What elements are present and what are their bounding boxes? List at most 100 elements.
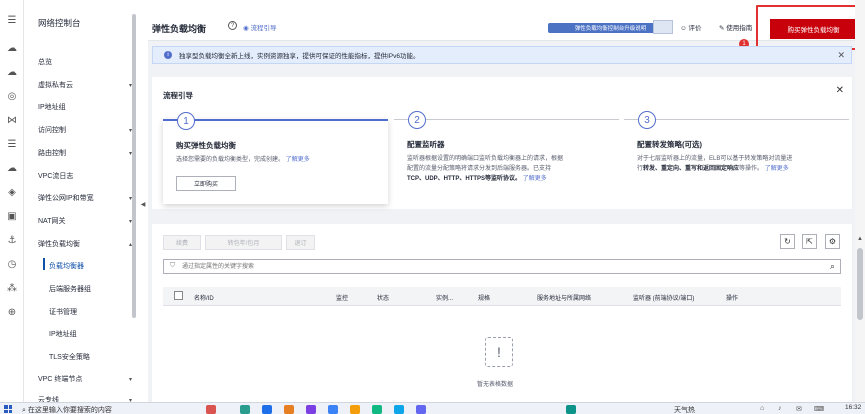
collapse-sidebar-icon[interactable]: ◀ — [138, 195, 148, 213]
buy-elb-button[interactable]: 购买弹性负载均衡 — [770, 19, 857, 39]
search-bar[interactable]: ⛉ ⌕ — [163, 259, 841, 274]
column-monitor: 监控 — [336, 296, 349, 302]
anchor-icon[interactable]: ⚓ — [6, 234, 18, 246]
sidebar-title: 网络控制台 — [38, 18, 81, 28]
learn-more-link[interactable]: 了解更多 — [765, 166, 789, 172]
sidebar-item-label: 弹性负载均衡 — [38, 241, 80, 248]
sidebar-sub-tls-policy[interactable]: TLS安全策略 — [49, 352, 90, 362]
weather-widget[interactable]: 天气热 — [674, 405, 695, 414]
sidebar-item-label: 虚拟私有云 — [38, 82, 73, 89]
select-all-checkbox[interactable] — [174, 291, 183, 300]
step-title: 配置转发策略(可选) — [637, 140, 702, 149]
taskbar-app-icon[interactable] — [394, 405, 404, 414]
page-scrollbar[interactable]: ▲ — [855, 0, 865, 402]
evaluate-button[interactable]: ☺ 评价 — [680, 22, 701, 32]
group-icon[interactable]: ⁂ — [6, 282, 18, 294]
step-description: 对于七层监听器上的流量，ELB可以基于转发策略对流量进 行转发、重定向、重写和返回… — [637, 154, 842, 174]
sidebar-item-label: VPC 终端节点 — [38, 376, 83, 383]
sidebar-sub-certificate[interactable]: 证书管理 — [49, 307, 77, 317]
volume-icon[interactable]: ♪ — [778, 405, 782, 412]
renew-button[interactable]: 续费 — [163, 235, 201, 250]
close-icon[interactable]: ✕ — [837, 50, 845, 61]
container-icon[interactable]: ▣ — [6, 210, 18, 222]
sidebar-item-access-control[interactable]: 访问控制 ▾ — [38, 125, 136, 135]
search-icon[interactable]: ⌕ — [830, 261, 835, 272]
taskbar-app-icon[interactable] — [328, 405, 338, 414]
cloud-icon[interactable]: ☁ — [6, 42, 18, 54]
search-input[interactable] — [182, 261, 812, 272]
chevron-up-icon[interactable]: ▲ — [857, 236, 863, 242]
table-header: 名称/ID 监控 状态 实例... 规格 服务地址与所属网络 监听器 (前端协议… — [163, 287, 841, 306]
sidebar-item-vpc[interactable]: 虚拟私有云 ▾ — [38, 80, 136, 90]
taskbar-app-icon[interactable] — [350, 405, 360, 414]
buy-now-button[interactable]: 立即购买 — [176, 176, 236, 191]
sidebar-item-vpc-flow-log[interactable]: VPC流日志 — [38, 171, 136, 181]
security-icon[interactable]: ◈ — [6, 186, 18, 198]
info-banner-text: 独享型负载均衡全新上线，实例资源独享，提供可保证的性能指标，提供IPv6功能。 — [179, 53, 420, 60]
column-spec: 规格 — [478, 296, 491, 302]
settings-icon[interactable]: ⚙ — [825, 234, 840, 249]
column-address-network: 服务地址与所属网络 — [537, 296, 592, 302]
info-banner: i 独享型负载均衡全新上线，实例资源独享，提供可保证的性能指标，提供IPv6功能… — [152, 46, 852, 64]
step-description: 选择您需要的负载均衡类型，完成创建。 了解更多 — [176, 155, 381, 165]
sidebar: 网络控制台 总览 虚拟私有云 ▾ IP地址组 访问控制 ▾ 路由控制 ▾ VPC流日志… — [24, 0, 137, 404]
step-number: 3 — [638, 111, 656, 129]
chat-icon[interactable]: ✉ — [796, 405, 802, 413]
clock-icon[interactable]: ◷ — [6, 258, 18, 270]
network-icon[interactable]: ⌂ — [760, 405, 764, 412]
menu-icon[interactable]: ☰ — [6, 14, 18, 26]
flow-guide-panel: 流程引导 ✕ 1 购买弹性负载均衡 选择您需要的负载均衡类型，完成创建。 了解更… — [152, 77, 852, 209]
sidebar-sub-backend-group[interactable]: 后端服务器组 — [49, 284, 91, 294]
taskbar-app-icon[interactable] — [416, 405, 426, 414]
sidebar-item-overview[interactable]: 总览 — [38, 57, 136, 67]
learn-more-link[interactable]: 了解更多 — [286, 157, 310, 163]
sidebar-sub-load-balancer[interactable]: 负载均衡器 — [49, 261, 84, 271]
globe-icon[interactable]: ⊕ — [6, 306, 18, 318]
sidebar-item-eip[interactable]: 弹性公网IP和带宽 ▾ — [38, 193, 136, 203]
sidebar-item-ip-group[interactable]: IP地址组 — [38, 102, 136, 112]
sidebar-item-label: NAT网关 — [38, 218, 66, 225]
scrollbar-thumb[interactable] — [857, 248, 863, 320]
windows-start-icon[interactable] — [4, 405, 12, 413]
flow-guide-link[interactable]: ◉ 流程引导 — [243, 22, 276, 32]
taskbar-app-icon[interactable] — [240, 405, 250, 414]
icon-rail: ☰ ☁ ☁ ◎ ⋈ ☰ ☁ ◈ ▣ ⚓ ◷ ⁂ ⊕ — [0, 0, 24, 402]
taskbar-app-icon[interactable] — [306, 405, 316, 414]
taskbar-app-icon[interactable] — [372, 405, 382, 414]
step-title: 购买弹性负载均衡 — [176, 141, 236, 150]
database-icon[interactable]: ☰ — [6, 138, 18, 150]
export-icon[interactable]: ⇱ — [802, 234, 817, 249]
cloud-icon[interactable]: ☁ — [6, 162, 18, 174]
taskbar-app-icon[interactable] — [206, 405, 216, 414]
keyboard-icon[interactable]: ⌨ — [814, 405, 824, 413]
storage-icon[interactable]: ◎ — [6, 90, 18, 102]
taskbar-app-icon[interactable] — [566, 405, 576, 414]
load-balancer-list: 续费 转包年/包月 退订 ↻ ⇱ ⚙ ⛉ ⌕ 名称/ID 监控 状态 实例...… — [152, 224, 852, 402]
cloud-server-icon[interactable]: ☁ — [6, 66, 18, 78]
step-card-listener: 2 配置监听器 监听器根据设置的明确端口监听负载均衡器上的请求，根据 配置的流量分… — [394, 111, 619, 204]
user-guide-button[interactable]: ✎ 使用指南 — [719, 22, 752, 32]
sidebar-item-label: 弹性公网IP和带宽 — [38, 195, 94, 202]
unsubscribe-button[interactable]: 退订 — [286, 235, 315, 250]
sidebar-item-vpc-endpoint[interactable]: VPC 终端节点 ▾ — [38, 374, 136, 384]
network-icon[interactable]: ⋈ — [6, 114, 18, 126]
filter-icon: ⛉ — [170, 262, 176, 269]
convert-billing-button[interactable]: 转包年/包月 — [205, 235, 282, 250]
taskbar-app-icon[interactable] — [284, 405, 294, 414]
sidebar-sub-ip-group[interactable]: IP地址组 — [49, 329, 77, 339]
close-icon[interactable]: ✕ — [836, 85, 844, 96]
sidebar-item-elb[interactable]: 弹性负载均衡 ▴ — [38, 239, 136, 249]
question-circle-icon[interactable]: ? — [228, 21, 237, 30]
taskbar-search[interactable]: ⌕ 在这里输入你要搜索的内容 — [22, 405, 112, 414]
taskbar-app-icon[interactable] — [262, 405, 272, 414]
step-title: 配置监听器 — [407, 140, 445, 149]
refresh-icon[interactable]: ↻ — [780, 234, 795, 249]
sidebar-scrollbar[interactable] — [132, 14, 136, 318]
sidebar-item-label: 访问控制 — [38, 127, 66, 134]
chevron-down-icon: ▾ — [128, 376, 132, 383]
active-indicator — [43, 258, 45, 270]
learn-more-link[interactable]: 了解更多 — [523, 176, 547, 182]
column-status: 状态 — [377, 296, 390, 302]
sidebar-item-route-control[interactable]: 路由控制 ▾ — [38, 148, 136, 158]
sidebar-item-nat[interactable]: NAT网关 ▾ — [38, 216, 136, 226]
